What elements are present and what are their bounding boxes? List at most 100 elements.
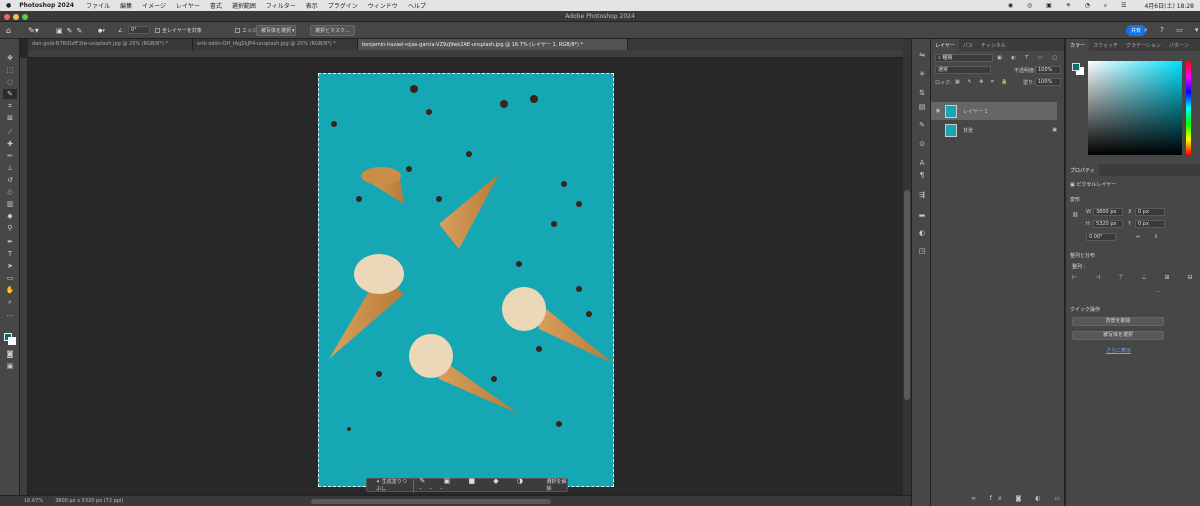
visibility-eye-icon[interactable]: ◉ [931,108,945,114]
lock-icons[interactable]: ▦ ✎ ✥ ⌗ 🔒 [955,79,1011,85]
tab-layers[interactable]: レイヤー [931,39,959,51]
apple-icon[interactable]: ● [6,2,11,9]
screen-mode-icon[interactable]: ▣ [3,361,17,371]
quick-actions-header[interactable]: クイック操作 [1070,306,1100,313]
menu-app-name[interactable]: Photoshop 2024 [19,2,74,9]
path-select-icon[interactable]: ➤ [3,261,17,271]
align-header[interactable]: 整列と分布 [1070,252,1095,259]
dodge-tool-icon[interactable]: ⚲ [3,223,17,233]
show-more-link[interactable]: さらに表示 [1106,347,1131,354]
more-tools-icon[interactable]: ··· [3,311,17,321]
sample-all-checkbox[interactable]: 全レイヤーを対象 [155,25,202,36]
hand-tool-icon[interactable]: ✋ [3,285,17,295]
menu-type[interactable]: 書式 [210,1,222,10]
opacity-field[interactable]: 100% [1035,66,1061,74]
flip-icons[interactable]: ⇔ ⇕ [1136,234,1164,240]
menu-file[interactable]: ファイル [86,1,110,10]
width-field[interactable]: 3800 px [1093,208,1123,216]
type-tool-icon[interactable]: T [3,249,17,259]
adjustments-icon[interactable]: ⇅ [917,89,927,98]
history-icon[interactable]: ⇋ [917,51,927,60]
blend-mode-select[interactable]: 通常 [935,66,991,74]
histogram-icon[interactable]: ▂ [917,209,927,218]
layer-name[interactable]: レイヤー 1 [963,108,988,115]
marquee-tool-icon[interactable]: ⬚ [3,65,17,75]
generative-fill-button[interactable]: ✦ 生成塗りつぶし [373,477,414,493]
tab-channels[interactable]: チャンネル [977,39,1010,51]
tab-swatches[interactable]: スウォッチ [1089,39,1122,51]
navigator-icon[interactable]: ◳ [917,247,927,256]
home-icon[interactable]: ⌂ [6,25,11,36]
chevron-down-icon[interactable]: ▾ [292,25,295,36]
eraser-tool-icon[interactable]: ◇ [3,187,17,197]
more-options-icon[interactable]: ··· [1156,289,1161,295]
healing-brush-icon[interactable]: ✚ [3,139,17,149]
color-picker-field[interactable] [1088,61,1182,155]
brush-settings-icon[interactable]: ✎ [917,121,927,130]
move-tool-icon[interactable]: ✥ [3,53,17,63]
timeline-icon[interactable]: ⇶ [917,191,927,200]
quick-selection-tool-icon[interactable]: ✎ [3,89,17,99]
layer-name[interactable]: 背景 [963,127,1052,134]
doc-tab-2[interactable]: erik-odiin-OH_tAgZkJP4-unsplash.jpg @ 25… [193,39,358,50]
hue-slider[interactable] [1186,61,1191,155]
blur-tool-icon[interactable]: ◆ [3,211,17,221]
transform-header[interactable]: 変形 [1070,196,1080,203]
brush-tool-icon[interactable]: ✏ [3,151,17,161]
lasso-tool-icon[interactable]: ◌ [3,77,17,87]
x-field[interactable]: 0 px [1135,208,1165,216]
select-subject-quick-button[interactable]: 被写体を選択 [1072,331,1164,340]
eyedropper-tool-icon[interactable]: ⟋ [3,127,17,137]
background-color-swatch[interactable] [8,337,16,345]
brush-size-icon[interactable]: ●▾ [98,25,105,36]
gradient-tool-icon[interactable]: ▥ [3,199,17,209]
menu-window[interactable]: ウィンドウ [368,1,398,10]
tab-paths[interactable]: パス [959,39,977,51]
vertical-ruler[interactable] [20,58,28,495]
shape-tool-icon[interactable]: ▭ [3,273,17,283]
character-icon[interactable]: A [917,159,927,168]
pen-tool-icon[interactable]: ✒ [3,237,17,247]
share-button[interactable]: 共有 [1126,25,1147,36]
top-right-icons[interactable]: ⌕ ? ▭ ▾ [1144,25,1200,36]
layer-row-layer1[interactable]: ◉ レイヤー 1 [931,102,1057,120]
horizontal-scrollbar[interactable] [311,498,551,504]
libraries-icon[interactable]: ▤ [917,103,927,112]
doc-tab-3-active[interactable]: benjamin-hazael-rojas-garcia-VZ9zj9wk2AE… [358,39,628,50]
menu-select[interactable]: 選択範囲 [232,1,256,10]
quick-select-tool-icon[interactable]: ✎▾ [28,25,39,36]
menu-edit[interactable]: 編集 [120,1,132,10]
link-icon[interactable]: ⛓ [1072,212,1078,218]
menu-plugins[interactable]: プラグイン [328,1,358,10]
document-image[interactable] [318,73,614,487]
crop-tool-icon[interactable]: ⌗ [3,101,17,111]
fg-color-chip[interactable] [1072,63,1080,71]
paragraph-icon[interactable]: ¶ [917,171,927,180]
menu-image[interactable]: イメージ [142,1,166,10]
menu-view[interactable]: 表示 [306,1,318,10]
angle-field[interactable]: 0° [128,26,150,34]
menu-help[interactable]: ヘルプ [408,1,426,10]
select-and-mask-button[interactable]: 選択とマスク... [310,25,355,36]
height-field[interactable]: 5320 px [1093,220,1123,228]
align-icons[interactable]: ⊢ ⊣ ⊤ ⊥ ⊞ ⊟ [1072,274,1200,281]
menu-clock[interactable]: 4月6日(土) 18:28 [1144,1,1194,10]
clone-stamp-icon[interactable]: ⊥ [3,163,17,173]
filter-icons[interactable]: ▣ ◐ T ▭ ▢ ● [997,55,1075,61]
tab-color[interactable]: カラー [1066,39,1090,51]
deselect-button[interactable]: 選択を解除 [546,478,567,492]
layer-kind-filter[interactable]: ⌕ 種類 [935,54,993,62]
fill-field[interactable]: 100% [1035,78,1061,86]
frame-tool-icon[interactable]: ⊠ [3,113,17,123]
properties-icon[interactable]: ✳ [917,70,927,79]
y-field[interactable]: 0 px [1135,220,1165,228]
horizontal-ruler[interactable] [28,50,903,58]
context-icons[interactable]: ✎ ▣ ■ ◆ ◑ ··· [420,477,545,493]
layer-row-background[interactable]: 背景 ▣ [931,121,1057,139]
status-icons[interactable]: ◉ ◎ ▣ ✳ ◔ ⌕ ☰ [1008,2,1133,10]
tab-properties[interactable]: プロパティ [1066,164,1099,176]
selection-mode-buttons[interactable]: ▣✎✎ [56,25,86,36]
tab-gradient[interactable]: グラデーション [1122,39,1165,51]
zoom-tool-icon[interactable]: ⌕ [3,297,17,307]
history-brush-icon[interactable]: ↺ [3,175,17,185]
